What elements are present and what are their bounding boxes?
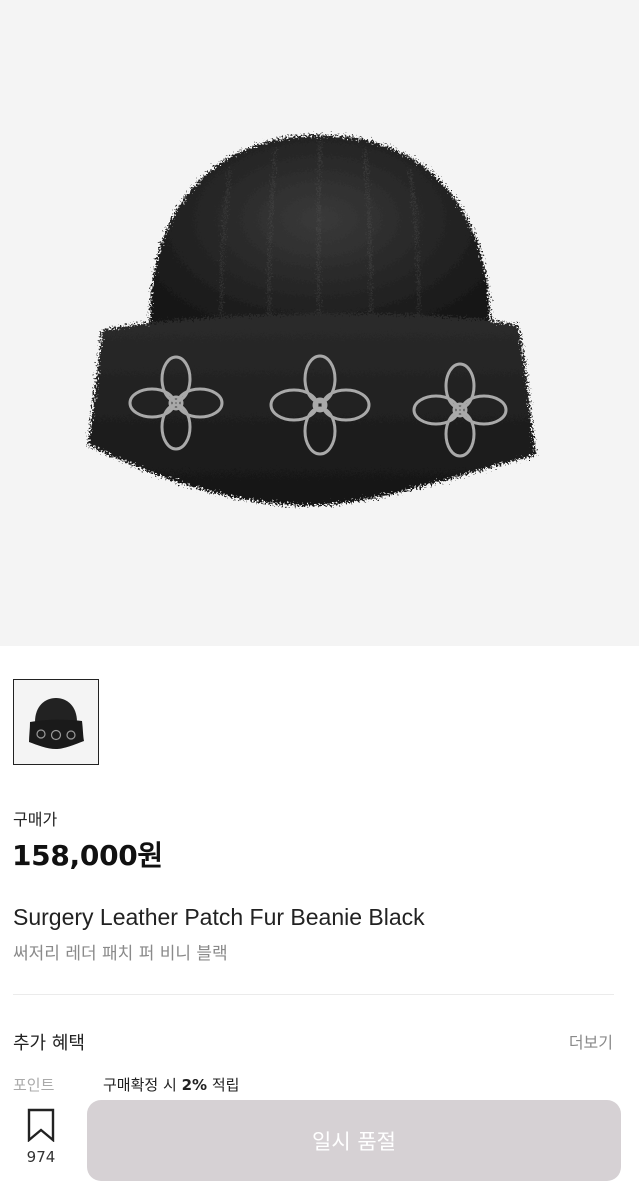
- product-price: 158,000원: [12, 839, 163, 872]
- wishlist-count: 974: [26, 1148, 56, 1166]
- wishlist-button[interactable]: 974: [16, 1108, 66, 1178]
- thumbnail-list: [13, 679, 99, 765]
- benefits-title: 추가 혜택: [13, 1033, 85, 1054]
- product-name-en: Surgery Leather Patch Fur Beanie Black: [13, 904, 425, 930]
- benefits-more-link[interactable]: 더보기: [569, 1029, 613, 1053]
- beanie-illustration: [88, 135, 536, 506]
- thumbnail-item-selected[interactable]: [13, 679, 99, 765]
- sold-out-button[interactable]: 일시 품절: [87, 1100, 621, 1181]
- product-image[interactable]: [0, 0, 639, 646]
- beanie-thumbnail-image: [29, 698, 84, 749]
- bookmark-icon: [27, 1108, 55, 1142]
- price-label: 구매가: [13, 810, 58, 829]
- section-divider: [13, 994, 614, 995]
- product-name-ko: 써저리 레더 패치 퍼 비니 블랙: [13, 944, 228, 964]
